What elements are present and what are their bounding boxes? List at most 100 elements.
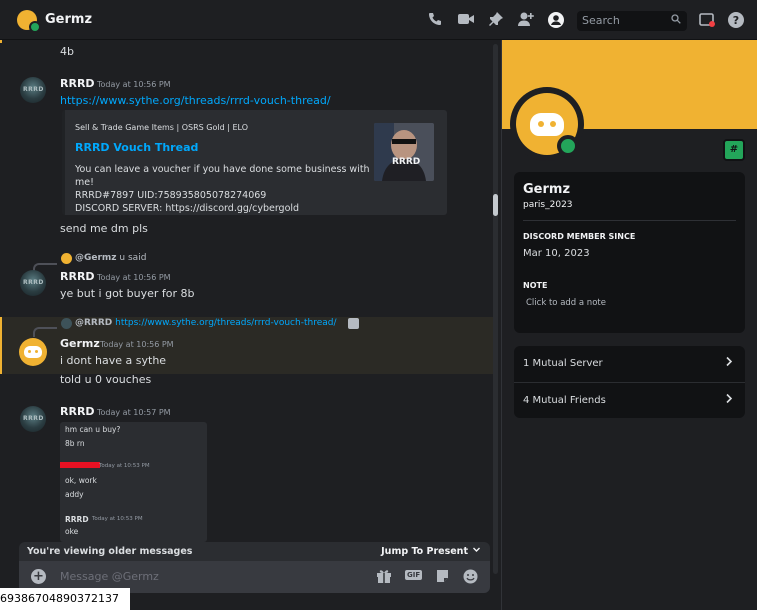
message-input[interactable]: Message @Germz	[60, 570, 159, 583]
message-author[interactable]: Germz	[60, 337, 100, 350]
message-text: i dont have a sythe	[60, 354, 167, 367]
scrollbar-track[interactable]	[493, 44, 498, 574]
message-text: told u 0 vouches	[60, 373, 152, 386]
avatar[interactable]: RRRD	[20, 77, 46, 103]
older-messages-bar[interactable]: You're viewing older messages Jump To Pr…	[19, 542, 490, 561]
avatar-label: RRRD	[23, 86, 44, 93]
reply-preview[interactable]: @RRRD https://www.sythe.org/threads/rrrd…	[75, 318, 337, 328]
note-input[interactable]: Click to add a note	[526, 298, 606, 308]
message-timestamp: Today at 10:56 PM	[97, 273, 171, 282]
help-icon[interactable]: ?	[727, 11, 745, 29]
sticker-icon[interactable]	[435, 569, 450, 588]
gif-button[interactable]: GIF	[405, 570, 423, 580]
reply-connector	[33, 327, 57, 337]
mutuals-list: 1 Mutual Server 4 Mutual Friends	[514, 346, 745, 418]
embed-thumbnail-caption: RRRD	[392, 157, 421, 167]
image-timestamp: Today at 10:53 PM	[99, 463, 150, 469]
embed-desc-line: DISCORD SERVER: https://discord.gg/cyber…	[75, 203, 300, 214]
profile-panel: # Germz paris_2023 DISCORD MEMBER SINCE …	[502, 40, 757, 610]
reply-preview[interactable]: @Germz u said	[75, 253, 146, 263]
gift-icon[interactable]	[376, 569, 392, 588]
profile-card: Germz paris_2023 DISCORD MEMBER SINCE Ma…	[514, 172, 745, 333]
image-text-line: oke	[65, 527, 79, 536]
embed-description: You can leave a voucher if you have done…	[75, 163, 375, 215]
message-author[interactable]: RRRD	[60, 270, 95, 283]
message-author[interactable]: RRRD	[60, 405, 95, 418]
older-messages-label: You're viewing older messages	[27, 546, 193, 557]
reply-mention: @RRRD	[75, 318, 113, 328]
profile-toggle-icon[interactable]	[547, 11, 565, 29]
chat-pane: 4b RRRD RRRD Today at 10:56 PM https://w…	[0, 40, 501, 610]
inbox-icon[interactable]	[698, 11, 716, 29]
search-input[interactable]: Search	[577, 11, 687, 31]
avatar[interactable]	[19, 338, 47, 366]
image-text-line: 8b rn	[65, 439, 85, 448]
discord-logo-icon	[530, 113, 564, 136]
mention-marker	[0, 40, 2, 43]
message-timestamp: Today at 10:56 PM	[97, 80, 171, 89]
link-embed: Sell & Trade Game Items | OSRS Gold | EL…	[62, 110, 447, 215]
svg-text:?: ?	[733, 14, 739, 27]
reply-text: u said	[119, 253, 147, 263]
profile-username: paris_2023	[523, 200, 573, 210]
message-text: 4b	[60, 45, 74, 58]
image-text-line: ok, work	[65, 476, 97, 485]
reply-mention: @Germz	[75, 253, 117, 263]
message-author[interactable]: RRRD	[60, 77, 95, 90]
add-attachment-icon[interactable]: +	[31, 569, 46, 584]
chevron-right-icon	[725, 356, 733, 370]
mutual-friends-item[interactable]: 4 Mutual Friends	[514, 383, 745, 419]
avatar-label: RRRD	[23, 415, 44, 422]
chevron-down-icon	[472, 545, 481, 557]
reply-text: https://www.sythe.org/threads/rrrd-vouch…	[115, 318, 337, 328]
embed-desc-line: RRRD#7897 UID:758935805078274069	[75, 190, 267, 201]
mutual-servers-label: 1 Mutual Server	[523, 358, 603, 369]
avatar[interactable]: RRRD	[20, 270, 46, 296]
attached-image[interactable]: hm can u buy? 8b rn Today at 10:53 PM ok…	[60, 422, 207, 542]
scrollbar-thumb[interactable]	[493, 194, 498, 216]
emoji-icon[interactable]	[463, 569, 478, 588]
image-text-author: RRRD	[65, 515, 89, 524]
hashtag-badge-icon[interactable]: #	[723, 139, 745, 161]
embed-provider: Sell & Trade Game Items | OSRS Gold | EL…	[75, 123, 248, 132]
phone-call-icon[interactable]	[426, 11, 444, 29]
member-since-date: Mar 10, 2023	[523, 248, 590, 259]
search-placeholder: Search	[582, 14, 620, 27]
profile-display-name: Germz	[523, 182, 571, 197]
reply-avatar	[61, 318, 72, 329]
avatar[interactable]: RRRD	[20, 406, 46, 432]
jump-to-present-button[interactable]: Jump To Present	[381, 546, 468, 557]
message-timestamp: Today at 10:57 PM	[97, 408, 171, 417]
online-status-icon	[29, 21, 41, 33]
message-text: send me dm pls	[60, 222, 148, 235]
member-since-heading: DISCORD MEMBER SINCE	[523, 232, 636, 241]
chevron-right-icon	[725, 393, 733, 407]
avatar-label: RRRD	[23, 279, 44, 286]
top-bar: Germz Search ?	[0, 0, 757, 40]
image-timestamp: Today at 10:53 PM	[92, 516, 143, 522]
mutual-friends-label: 4 Mutual Friends	[523, 395, 606, 406]
discord-logo-icon	[24, 346, 42, 358]
image-icon	[348, 318, 359, 329]
note-heading: NOTE	[523, 281, 548, 290]
image-text-line: hm can u buy?	[65, 425, 121, 434]
online-status-icon	[557, 135, 579, 157]
embed-thumbnail[interactable]: RRRD	[374, 123, 434, 181]
image-text-line: addy	[65, 490, 84, 499]
overlay-id-text: 69386704890372137	[0, 592, 119, 605]
message-link[interactable]: https://www.sythe.org/threads/rrrd-vouch…	[60, 94, 331, 107]
add-friend-icon[interactable]	[517, 11, 535, 29]
embed-title[interactable]: RRRD Vouch Thread	[75, 141, 198, 154]
embed-desc-line: You can leave a voucher if you have done…	[75, 164, 370, 188]
search-icon	[671, 14, 681, 27]
message-text: ye but i got buyer for 8b	[60, 287, 195, 300]
overlay-text-box: 69386704890372137	[0, 588, 130, 610]
divider	[523, 220, 736, 221]
redacted-name	[60, 462, 100, 468]
channel-title: Germz	[45, 12, 93, 27]
pin-icon[interactable]	[487, 11, 505, 29]
reply-avatar	[61, 253, 72, 264]
video-icon[interactable]	[457, 11, 475, 29]
message-timestamp: Today at 10:56 PM	[100, 340, 174, 349]
mutual-servers-item[interactable]: 1 Mutual Server	[514, 346, 745, 382]
